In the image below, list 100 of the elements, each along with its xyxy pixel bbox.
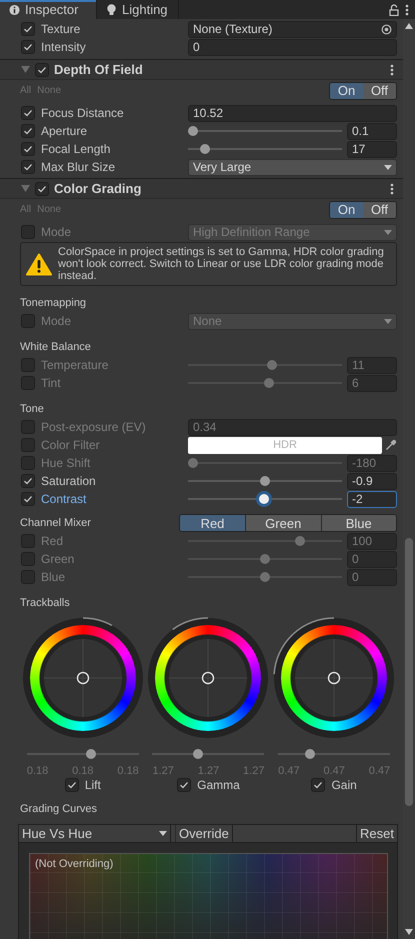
slider-thumb[interactable]: [264, 378, 274, 388]
override-button[interactable]: Override: [175, 825, 233, 842]
slider-thumb[interactable]: [188, 458, 198, 468]
checkbox[interactable]: [21, 570, 35, 584]
checkbox[interactable]: [311, 778, 326, 792]
checkbox[interactable]: [21, 376, 35, 390]
group-heading: White Balance: [19, 340, 92, 355]
checkbox[interactable]: [21, 456, 35, 470]
collapse-triangle-icon[interactable]: [21, 184, 30, 192]
wheel-handle[interactable]: [328, 672, 340, 684]
segment-button[interactable]: Red: [180, 515, 246, 531]
slider-thumb[interactable]: [86, 749, 96, 759]
number-field[interactable]: -180: [347, 454, 397, 472]
number-field[interactable]: 0: [188, 38, 397, 56]
dropdown[interactable]: Very Large: [188, 158, 397, 176]
slider-thumb[interactable]: [260, 572, 270, 582]
checkbox[interactable]: [21, 40, 35, 54]
number-field[interactable]: 0.1: [347, 122, 397, 140]
graph-label: (Not Overriding): [35, 858, 114, 870]
number-field[interactable]: 100: [347, 532, 397, 550]
checkbox[interactable]: [35, 62, 49, 76]
lock-icon[interactable]: [389, 4, 399, 16]
section-title: Color Grading: [54, 181, 142, 196]
slider-thumb[interactable]: [200, 144, 210, 154]
slider-thumb[interactable]: [267, 360, 278, 370]
field-label: Post-exposure (EV): [40, 420, 147, 434]
checkbox[interactable]: [21, 552, 35, 566]
checkmark-icon: [37, 64, 47, 74]
checkbox[interactable]: [21, 314, 35, 328]
field-label: Intensity: [40, 40, 87, 54]
field-label: Blue: [40, 570, 66, 584]
checkbox[interactable]: [21, 474, 35, 488]
tab[interactable]: Inspector: [0, 0, 97, 19]
field-label: Saturation: [40, 474, 97, 488]
number-field[interactable]: 0: [347, 550, 397, 568]
eyedropper-icon[interactable]: [385, 439, 397, 451]
number-field[interactable]: 0: [347, 568, 397, 586]
field-label: Max Blur Size: [40, 160, 116, 174]
curve-graph[interactable]: (Not Overriding): [29, 853, 388, 939]
checkbox[interactable]: [21, 124, 35, 138]
checkmark-icon: [313, 780, 324, 790]
checkbox[interactable]: [35, 182, 49, 196]
slider-thumb[interactable]: [256, 491, 272, 507]
trackball-label: Lift: [84, 778, 101, 792]
checkbox[interactable]: [177, 778, 192, 792]
segment-button[interactable]: Blue: [322, 515, 396, 531]
value-arc: [172, 617, 209, 630]
collapse-triangle-icon[interactable]: [21, 66, 30, 74]
slider-thumb[interactable]: [294, 536, 305, 546]
checkbox[interactable]: [21, 160, 35, 174]
number-field[interactable]: 0.34: [188, 418, 397, 436]
group-heading: Tone: [19, 402, 45, 417]
number-field[interactable]: -2: [347, 490, 397, 508]
slider-thumb[interactable]: [260, 554, 270, 564]
field-label: Hue Shift: [40, 456, 92, 470]
number-field[interactable]: 6: [347, 374, 397, 392]
field-label: Mode: [40, 314, 72, 328]
more-icon[interactable]: [390, 182, 394, 194]
object-field[interactable]: None (Texture): [188, 20, 397, 38]
toggle-button[interactable]: Off: [363, 202, 396, 218]
value-arc: [82, 617, 112, 626]
number-field[interactable]: 17: [347, 140, 397, 158]
more-icon[interactable]: [390, 64, 394, 76]
checkbox[interactable]: [21, 534, 35, 548]
slider-thumb[interactable]: [188, 126, 198, 136]
checkbox[interactable]: [21, 358, 35, 372]
field-label: Color Filter: [40, 438, 101, 452]
toggle-button[interactable]: Off: [363, 82, 396, 98]
checkbox[interactable]: [21, 106, 35, 120]
reset-button[interactable]: Reset: [356, 825, 397, 842]
number-field[interactable]: -0.9: [347, 472, 397, 490]
toggle-button[interactable]: On: [330, 82, 363, 98]
checkbox[interactable]: [64, 778, 79, 792]
number-field[interactable]: 11: [347, 356, 397, 374]
checkbox[interactable]: [21, 142, 35, 156]
trackball-label: Gain: [331, 778, 357, 792]
warning-icon: [26, 252, 52, 276]
slider-thumb[interactable]: [193, 749, 204, 759]
toggle-button[interactable]: On: [330, 202, 363, 218]
wheel-handle[interactable]: [76, 672, 89, 684]
wheel-handle[interactable]: [202, 672, 215, 684]
checkbox[interactable]: [21, 225, 35, 239]
slider-thumb[interactable]: [260, 476, 270, 486]
checkbox[interactable]: [21, 420, 35, 434]
segment-button[interactable]: Green: [246, 515, 322, 531]
checkbox[interactable]: [21, 438, 35, 452]
number-field[interactable]: 10.52: [188, 104, 397, 122]
info-icon: [9, 4, 20, 16]
scroll-down-icon[interactable]: [405, 928, 413, 935]
field-label: Red: [40, 534, 64, 548]
scrollbar-thumb[interactable]: [405, 538, 413, 806]
checkbox[interactable]: [21, 22, 35, 36]
field-label: Tint: [40, 376, 62, 390]
target-icon[interactable]: [381, 24, 392, 34]
checkbox[interactable]: [21, 492, 35, 506]
lightbulb-icon: [106, 4, 117, 16]
slider-thumb[interactable]: [304, 749, 315, 759]
menu-icon[interactable]: [405, 4, 409, 16]
group-heading: Grading Curves: [19, 802, 98, 817]
scroll-up-icon[interactable]: [405, 23, 413, 29]
